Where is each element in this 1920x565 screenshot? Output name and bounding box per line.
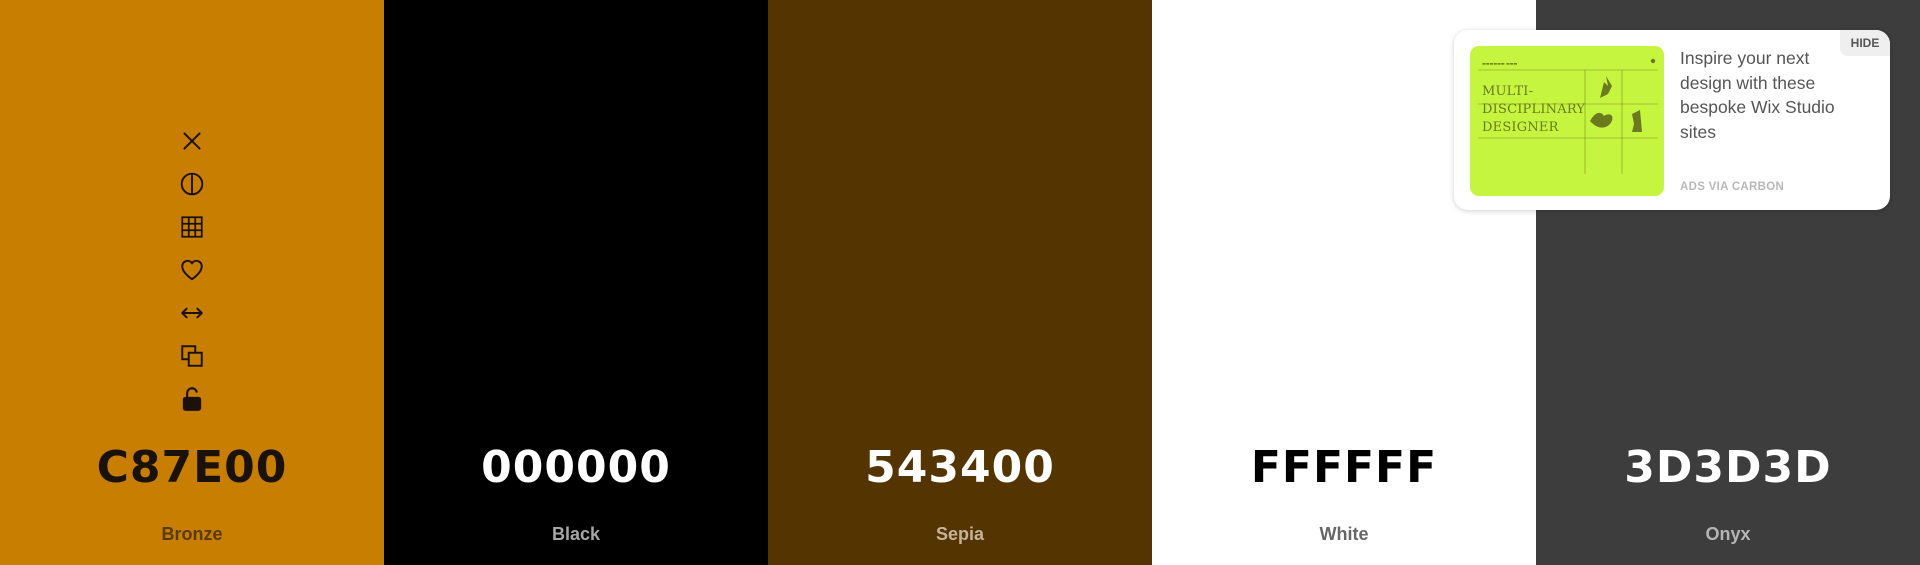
lock-toggle[interactable] (172, 377, 212, 420)
remove-button[interactable] (172, 119, 212, 162)
ad-via-carbon[interactable]: ADS VIA CARBON (1680, 181, 1784, 193)
ad-image[interactable]: ▬▬▬▬▬▬ ▬▬▬ MULTI- DISCIPLINARY DESIGNER (1470, 46, 1664, 196)
save-color-button[interactable] (172, 248, 212, 291)
color-name: White (1319, 524, 1369, 544)
unlock-icon (182, 386, 202, 411)
copy-icon (181, 344, 203, 367)
color-name: Sepia (935, 524, 985, 544)
shades-button[interactable] (172, 162, 212, 205)
drag-horizontal-icon (181, 307, 203, 318)
hex-code[interactable]: 000000 (384, 441, 768, 495)
swatch-toolbar (172, 119, 212, 420)
hex-code[interactable]: 3D3D3D (1536, 441, 1920, 495)
view-shades-button[interactable] (172, 205, 212, 248)
ad-text[interactable]: Inspire your next design with these besp… (1680, 46, 1860, 144)
copy-button[interactable] (172, 334, 212, 377)
close-icon (183, 131, 201, 150)
color-name: Black (551, 524, 601, 544)
ad-image-caption: MULTI- DISCIPLINARY DESIGNER (1482, 84, 1586, 135)
contrast-icon (180, 172, 204, 195)
color-name: Bronze (161, 524, 223, 544)
color-name: Onyx (1705, 524, 1751, 544)
hex-code[interactable]: 543400 (768, 441, 1152, 495)
carbon-ad[interactable]: ▬▬▬▬▬▬ ▬▬▬ MULTI- DISCIPLINARY DESIGNER … (1454, 30, 1890, 210)
swatch-black[interactable]: 000000 Black (384, 0, 768, 565)
drag-handle[interactable] (172, 291, 212, 334)
hex-code[interactable]: FFFFFF (1152, 441, 1536, 495)
swatch-sepia[interactable]: 543400 Sepia (768, 0, 1152, 565)
hex-code[interactable]: C87E00 (0, 441, 384, 495)
swatch-bronze[interactable]: C87E00 Bronze (0, 0, 384, 565)
hide-ad-button[interactable]: HIDE (1840, 30, 1890, 56)
grid-icon (181, 215, 203, 238)
heart-icon (181, 259, 203, 280)
